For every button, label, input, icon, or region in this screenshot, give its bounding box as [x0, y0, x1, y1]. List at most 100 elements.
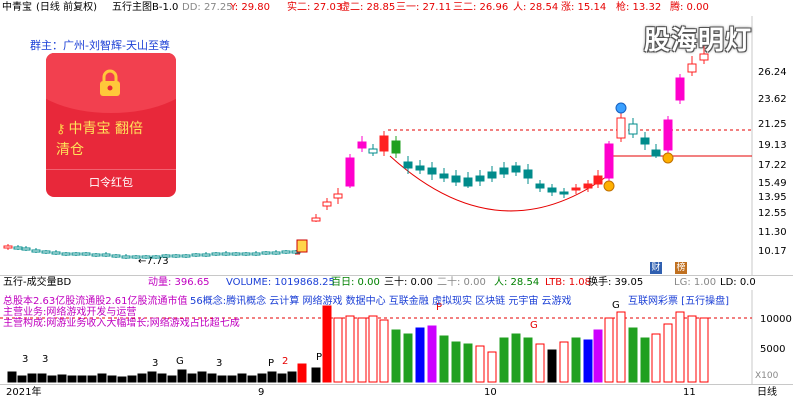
candle-body: [651, 149, 661, 157]
lg-value: LG: 1.00: [674, 277, 717, 288]
candle-body: [71, 252, 81, 256]
ershi-value: 二十: 0.00: [437, 277, 486, 288]
candle-body: [13, 246, 23, 250]
shi-er-value: 实二: 27.03: [287, 2, 343, 13]
ld-value: LD: 0.0: [720, 277, 756, 288]
volume-bar: [499, 337, 509, 383]
concept-info-tail: 互联网彩票 [五行操盘]: [628, 296, 729, 307]
time-axis: 2021年 9 10 11 日线: [0, 384, 793, 402]
gold-ball-icon[interactable]: [603, 180, 615, 192]
volume-bar: [177, 369, 187, 383]
dongli-value: 动量: 396.65: [148, 277, 210, 288]
bairi-value: 百日: 0.00: [331, 277, 380, 288]
signal-badge-icon[interactable]: [296, 239, 308, 253]
candle-body: [251, 252, 261, 256]
volume-indicator-title[interactable]: 五行-成交量BD: [3, 276, 71, 290]
volume-bar: [451, 341, 461, 383]
candle-body: [322, 201, 332, 207]
volume-bar: [379, 319, 389, 383]
envelope-title-text: 中青宝 翻倍: [68, 121, 143, 137]
candle-body: [571, 187, 581, 191]
ranking-marker-icon[interactable]: 榜: [675, 262, 687, 274]
zhang-value: 涨: 15.14: [561, 2, 607, 13]
volume-axis-label-5000: 5000: [760, 344, 785, 355]
price-axis-label: 11.30: [758, 227, 787, 238]
volume-bar: [403, 333, 413, 383]
volume-bar: [311, 367, 321, 383]
key-icon: ⚷: [56, 122, 66, 137]
candle-body: [111, 254, 121, 258]
blue-ball-icon[interactable]: [615, 102, 627, 114]
volume-bar: [287, 371, 297, 383]
finance-marker-icon[interactable]: 财: [650, 262, 662, 274]
huanshou-value: 换手: 39.05: [588, 277, 644, 288]
xu-er-value: 虚二: 28.85: [340, 2, 396, 13]
price-axis-label: 12.55: [758, 208, 787, 219]
volume-bar: [463, 343, 473, 383]
candle-body: [675, 77, 685, 101]
volume-bar: [47, 375, 57, 383]
volume-bar-label: 3: [152, 358, 158, 369]
candle-body: [333, 193, 343, 199]
gold-ball-icon[interactable]: [662, 152, 674, 164]
volume-bar: [137, 373, 147, 383]
volume-bar: [651, 333, 661, 383]
price-axis-label: 23.62: [758, 94, 787, 105]
envelope-subtitle: 清仓: [56, 142, 84, 158]
candle-body: [191, 253, 201, 257]
volume-bar: [197, 371, 207, 383]
stock-name: 中青宝: [2, 2, 32, 13]
volume-bar-label: 3: [22, 354, 28, 365]
sanshi-value: 三十: 0.00: [384, 277, 433, 288]
volume-axis-label-10000: 10000: [760, 314, 792, 325]
envelope-password-button[interactable]: 口令红包: [46, 169, 176, 197]
candle-body: [171, 254, 181, 258]
candle-body: [535, 183, 545, 189]
volume-bar: [535, 343, 545, 383]
volume-bar: [277, 373, 287, 383]
volume-bar: [368, 315, 378, 383]
candle-body: [547, 187, 557, 193]
candle-body: [51, 251, 61, 255]
volume-bar-label: 3: [42, 354, 48, 365]
san-yi-value: 三一: 27.11: [396, 2, 452, 13]
lock-icon: [100, 69, 120, 96]
candle-body: [121, 255, 131, 259]
volume-scale-label: X100: [755, 371, 779, 381]
volume-bar: [593, 329, 603, 383]
red-envelope-card[interactable]: ⚷ 中青宝 翻倍 清仓 口令红包: [46, 53, 176, 197]
candle-body: [241, 252, 251, 256]
price-axis-label: 19.13: [758, 140, 787, 151]
volume-bar: [127, 375, 137, 383]
candle-body: [616, 117, 626, 139]
volume-bar: [547, 349, 557, 383]
volume-bar: [571, 337, 581, 383]
volume-bar: [247, 375, 257, 383]
volume-bar: [87, 375, 97, 383]
price-axis-label: 17.22: [758, 160, 787, 171]
volume-bar: [147, 371, 157, 383]
price-axis: 26.24 23.62 21.25 19.13 17.22 15.49 13.95 12.55…: [758, 67, 787, 257]
volume-bar: [27, 373, 37, 383]
volume-bar: [187, 373, 197, 383]
volume-bar: [237, 373, 247, 383]
san-er-value: 三二: 26.96: [453, 2, 509, 13]
qiang-value: 枪: 13.32: [616, 2, 662, 13]
period-selector[interactable]: 日线: [757, 385, 777, 401]
candle-body: [403, 161, 413, 169]
volume-bar: [333, 317, 343, 383]
volume-bar: [345, 315, 355, 383]
candle-body: [141, 255, 151, 259]
candle-body: [345, 157, 355, 187]
time-axis-year: 2021年: [6, 387, 42, 398]
candle-body: [221, 252, 231, 256]
time-axis-month-9: 9: [258, 387, 265, 398]
volume-bar-label: 3: [216, 358, 222, 369]
volume-bar: [57, 374, 67, 383]
candle-body: [663, 119, 673, 151]
candle-body: [3, 245, 13, 249]
candle-body: [368, 148, 378, 154]
candle-body: [81, 252, 91, 256]
main-indicator-label[interactable]: 五行主图B-1.0: [112, 0, 178, 16]
volume-bar: [67, 375, 77, 383]
